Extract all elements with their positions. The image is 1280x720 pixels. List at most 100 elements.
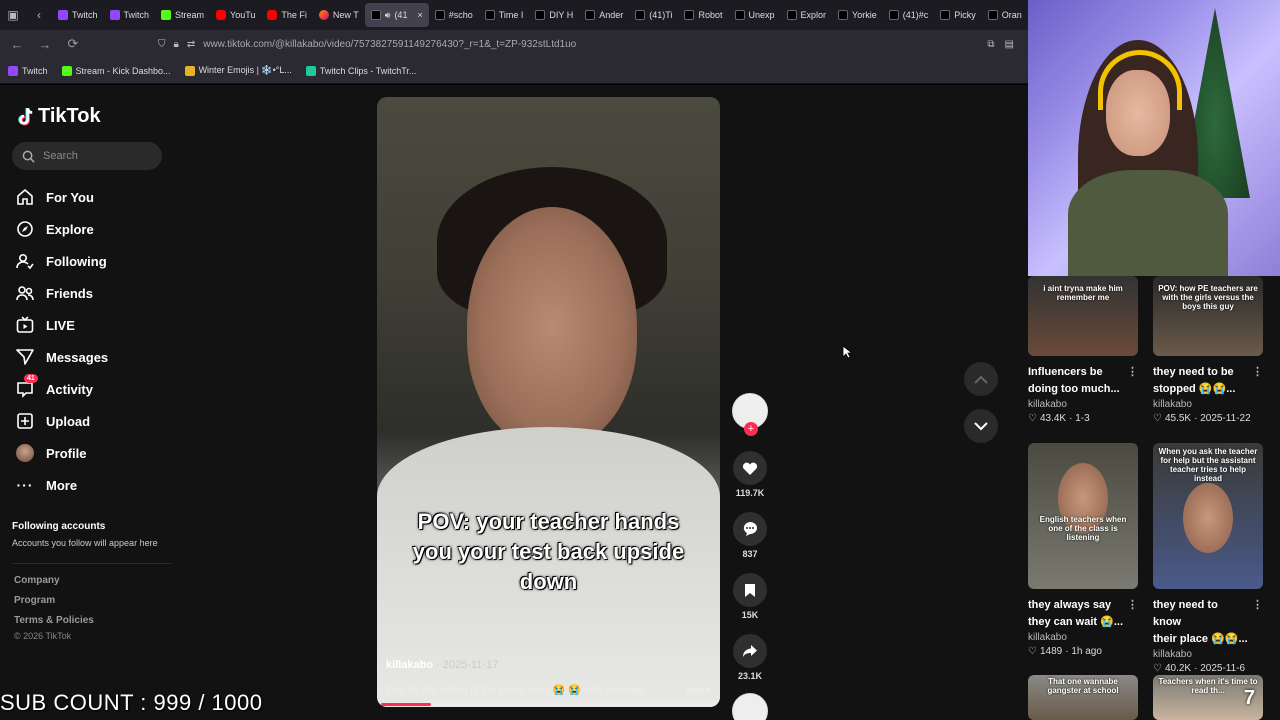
- more-options-icon[interactable]: ⋮: [1248, 597, 1263, 648]
- video-thumbnail[interactable]: English teachers when one of the class i…: [1028, 443, 1138, 589]
- follow-plus-icon[interactable]: +: [744, 422, 758, 436]
- more-link[interactable]: more: [687, 685, 711, 696]
- card-stats: ♡ 45.5K · 2025-11-22: [1153, 413, 1251, 424]
- menu-upload[interactable]: Upload: [16, 405, 176, 437]
- corner-number: 7: [1243, 687, 1255, 709]
- video-progress-bar[interactable]: [381, 703, 716, 706]
- menu-profile[interactable]: Profile: [16, 437, 176, 469]
- menu-messages[interactable]: Messages: [16, 341, 176, 373]
- tt-favicon-icon: [734, 10, 745, 20]
- url-text[interactable]: www.tiktok.com/@killakabo/video/75738275…: [203, 39, 576, 50]
- previous-video-button[interactable]: [964, 362, 998, 396]
- video-thumbnail[interactable]: Teachers when it's time to read th... 7: [1153, 675, 1263, 720]
- tab-scroll-left-icon[interactable]: ‹: [26, 0, 52, 30]
- bookmark-kick[interactable]: Stream - Kick Dashbo...: [61, 65, 171, 76]
- speaker-icon[interactable]: 🔊︎: [385, 10, 391, 21]
- video-thumbnail[interactable]: That one wannabe gangster at school: [1028, 675, 1138, 720]
- bookmark-twitch-clips[interactable]: Twitch Clips - TwitchTr...: [305, 65, 416, 76]
- suggested-video-card[interactable]: That one wannabe gangster at school: [1028, 675, 1138, 720]
- share-action[interactable]: 23.1K: [730, 634, 770, 681]
- browser-tab[interactable]: New T: [313, 3, 365, 27]
- reader-icon[interactable]: ▤: [1005, 39, 1014, 50]
- bookmark-icon[interactable]: [733, 573, 767, 607]
- browser-tab[interactable]: Robot: [678, 3, 728, 27]
- menu-following[interactable]: Following: [16, 245, 176, 277]
- browser-tab[interactable]: Unexp: [729, 3, 781, 27]
- card-title[interactable]: they always say they can wait 😭... ⋮: [1028, 597, 1138, 631]
- card-title[interactable]: they need to be stopped 😭😭... ⋮: [1153, 364, 1263, 398]
- heart-icon[interactable]: [733, 451, 767, 485]
- video-thumbnail[interactable]: When you ask the teacher for help but th…: [1153, 443, 1263, 589]
- browser-tab[interactable]: Twitch: [52, 3, 104, 27]
- browser-tab[interactable]: 🔊︎ (41 ×: [364, 3, 429, 27]
- video-thumbnail[interactable]: i aint tryna make him remember me: [1028, 276, 1138, 356]
- sound-avatar[interactable]: [732, 693, 768, 720]
- browser-tab[interactable]: (41)Ti: [629, 3, 678, 27]
- browser-tab[interactable]: Stream: [155, 3, 210, 27]
- suggested-video-card[interactable]: When you ask the teacher for help but th…: [1153, 443, 1263, 674]
- video-thumbnail[interactable]: POV: how PE teachers are with the girls …: [1153, 276, 1263, 356]
- pip-icon[interactable]: ⧉: [987, 39, 994, 50]
- like-action[interactable]: 119.7K: [730, 451, 770, 498]
- video-player[interactable]: POV: your teacher hands you your test ba…: [377, 97, 720, 707]
- browser-tab[interactable]: #scho: [429, 3, 479, 27]
- more-options-icon[interactable]: ⋮: [1248, 364, 1263, 398]
- address-bar[interactable]: ⛉ 🔒︎ ⇄ www.tiktok.com/@killakabo/video/7…: [152, 33, 1022, 55]
- creator-avatar[interactable]: +: [732, 393, 768, 436]
- menu-more[interactable]: ··· More: [16, 469, 176, 501]
- browser-tab[interactable]: YouTu: [210, 3, 261, 27]
- browser-tab[interactable]: Oran: [982, 3, 1028, 27]
- suggested-video-card[interactable]: English teachers when one of the class i…: [1028, 443, 1138, 657]
- chevron-up-icon: [974, 375, 988, 384]
- browser-tab[interactable]: The Fi: [261, 3, 313, 27]
- forward-icon[interactable]: →: [34, 33, 56, 55]
- share-icon[interactable]: [733, 634, 767, 668]
- shield-icon[interactable]: ⛉: [158, 39, 166, 50]
- bookmark-winter-emojis[interactable]: Winter Emojis | ❄️•°L...: [184, 65, 292, 76]
- save-action[interactable]: 15K: [730, 573, 770, 620]
- browser-tab[interactable]: Time I: [479, 3, 530, 27]
- browser-tab[interactable]: Ander: [579, 3, 629, 27]
- browser-tab[interactable]: Explor: [781, 3, 833, 27]
- footer-program[interactable]: Program: [14, 595, 94, 615]
- card-author[interactable]: killakabo: [1153, 649, 1263, 660]
- footer-company[interactable]: Company: [14, 575, 94, 595]
- search-box[interactable]: [12, 142, 162, 170]
- menu-activity[interactable]: 41 Activity: [16, 373, 176, 405]
- browser-tab[interactable]: Picky: [934, 3, 982, 27]
- browser-tab[interactable]: Twitch: [104, 3, 156, 27]
- menu-friends[interactable]: Friends: [16, 277, 176, 309]
- comment-action[interactable]: 837: [730, 512, 770, 559]
- search-input[interactable]: [43, 150, 153, 162]
- tiktok-logo[interactable]: TikTok: [16, 105, 101, 128]
- tab-overview-icon[interactable]: ▣: [0, 0, 26, 30]
- card-author[interactable]: killakabo: [1153, 399, 1263, 410]
- video-author[interactable]: killakabo: [386, 659, 433, 671]
- menu-explore[interactable]: Explore: [16, 213, 176, 245]
- footer-terms[interactable]: Terms & Policies: [14, 615, 94, 631]
- back-icon[interactable]: ←: [6, 33, 28, 55]
- suggested-video-card[interactable]: i aint tryna make him remember me Influe…: [1028, 276, 1138, 424]
- browser-tab[interactable]: (41)#c: [883, 3, 935, 27]
- browser-tab[interactable]: Yorkie: [832, 3, 883, 27]
- suggested-video-card[interactable]: POV: how PE teachers are with the girls …: [1153, 276, 1263, 424]
- more-options-icon[interactable]: ⋮: [1123, 364, 1138, 398]
- tt-favicon-icon: [888, 10, 899, 20]
- chevron-down-icon: [974, 421, 988, 430]
- menu-live[interactable]: LIVE: [16, 309, 176, 341]
- lock-icon[interactable]: 🔒︎: [174, 39, 179, 50]
- card-title[interactable]: Influencers be doing too much... ⋮: [1028, 364, 1138, 398]
- menu-for-you[interactable]: For You: [16, 181, 176, 213]
- bookmark-twitch[interactable]: Twitch: [8, 65, 48, 76]
- close-tab-icon[interactable]: ×: [417, 10, 422, 20]
- browser-tab[interactable]: DIY H: [529, 3, 579, 27]
- card-title[interactable]: they need to know their place 😭😭... ⋮: [1153, 597, 1263, 648]
- card-author[interactable]: killakabo: [1028, 399, 1138, 410]
- permissions-icon[interactable]: ⇄: [187, 39, 195, 50]
- more-options-icon[interactable]: ⋮: [1123, 597, 1138, 631]
- comment-icon[interactable]: [733, 512, 767, 546]
- card-author[interactable]: killakabo: [1028, 632, 1138, 643]
- suggested-video-card[interactable]: Teachers when it's time to read th... 7: [1153, 675, 1263, 720]
- reload-icon[interactable]: ⟳: [62, 33, 84, 55]
- next-video-button[interactable]: [964, 409, 998, 443]
